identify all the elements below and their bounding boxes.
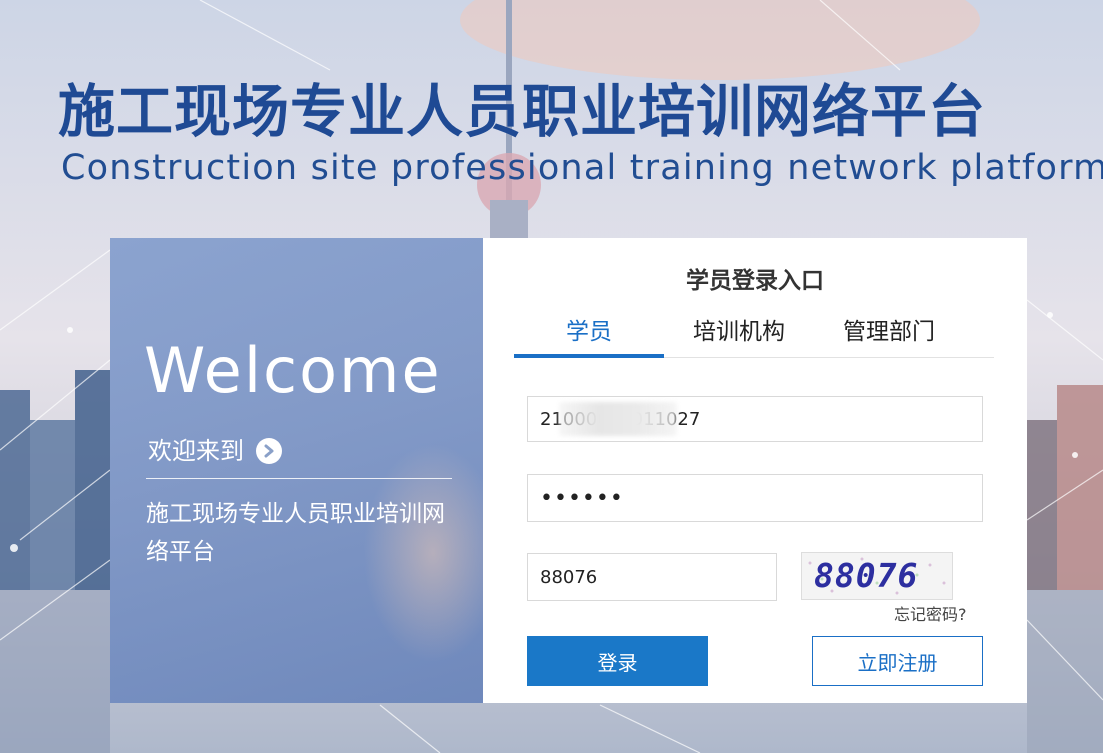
platform-name: 施工现场专业人员职业培训网络平台 (146, 501, 445, 565)
divider (146, 478, 452, 479)
tab-student[interactable]: 学员 (514, 314, 664, 358)
captcha-input[interactable] (527, 553, 777, 601)
password-input[interactable] (527, 474, 983, 522)
redaction-blur (559, 402, 677, 436)
tab-training-institution[interactable]: 培训机构 (664, 314, 814, 357)
welcome-to-label: 欢迎来到 (148, 436, 282, 466)
welcome-heading: Welcome (144, 334, 442, 407)
tab-management-department[interactable]: 管理部门 (814, 314, 964, 357)
captcha-image[interactable]: 88076 (801, 552, 953, 600)
login-tabs: 学员 培训机构 管理部门 (514, 314, 994, 358)
site-title-chinese: 施工现场专业人员职业培训网络平台 (58, 78, 986, 145)
login-title: 学员登录入口 (686, 268, 824, 294)
forgot-password-link[interactable]: 忘记密码? (894, 604, 967, 626)
welcome-panel: Welcome 欢迎来到 施工现场专业人员职业培训网络平台 (110, 238, 483, 703)
site-title-english: Construction site professional training … (61, 148, 1103, 188)
login-button[interactable]: 登录 (527, 636, 708, 686)
register-button[interactable]: 立即注册 (812, 636, 983, 686)
login-panel: 学员登录入口 学员 培训机构 管理部门 88076 忘记密码? 登录 立即注册 (483, 238, 1027, 703)
captcha-code: 88076 (814, 556, 919, 595)
welcome-to-text: 欢迎来到 (148, 437, 244, 465)
arrow-right-circle-icon (256, 438, 282, 464)
